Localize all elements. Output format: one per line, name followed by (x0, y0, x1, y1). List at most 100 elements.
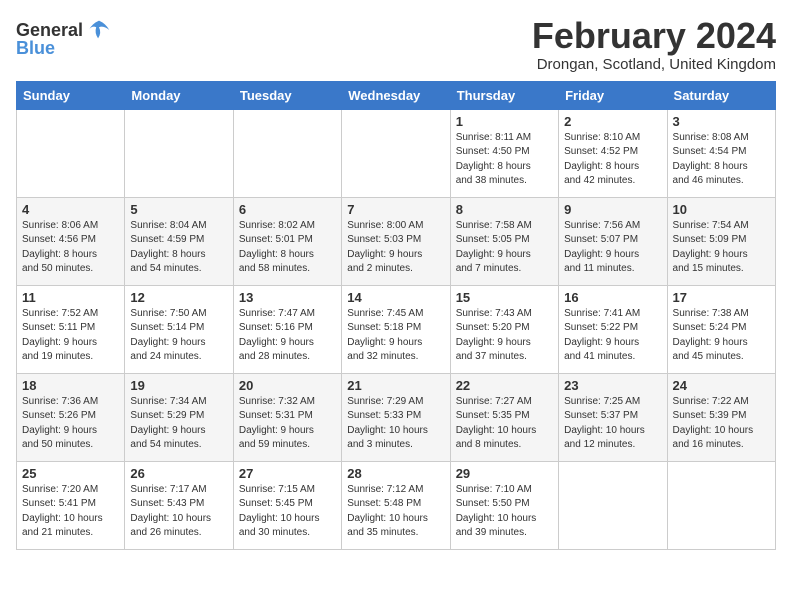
day-number: 8 (456, 202, 553, 217)
day-info: Sunrise: 8:04 AM Sunset: 4:59 PM Dayligh… (130, 219, 227, 277)
day-number: 15 (456, 290, 553, 305)
day-info: Sunrise: 8:11 AM Sunset: 4:50 PM Dayligh… (456, 131, 553, 189)
day-info: Sunrise: 8:10 AM Sunset: 4:52 PM Dayligh… (564, 131, 661, 189)
day-info: Sunrise: 7:10 AM Sunset: 5:50 PM Dayligh… (456, 483, 553, 541)
day-number: 7 (347, 202, 444, 217)
calendar-cell: 2 Sunrise: 8:10 AM Sunset: 4:52 PM Daylig… (559, 109, 667, 197)
weekday-header-saturday: Saturday (667, 81, 775, 109)
day-info: Sunrise: 8:06 AM Sunset: 4:56 PM Dayligh… (22, 219, 119, 277)
logo-text-blue: Blue (16, 38, 55, 59)
day-info: Sunrise: 7:50 AM Sunset: 5:14 PM Dayligh… (130, 307, 227, 365)
calendar-cell: 22Sunrise: 7:27 AM Sunset: 5:35 PM Dayli… (450, 373, 558, 461)
calendar-cell: 28 Sunrise: 7:12 AM Sunset: 5:48 PM Dayli… (342, 461, 450, 549)
day-number: 5 (130, 202, 227, 217)
weekday-header-thursday: Thursday (450, 81, 558, 109)
day-info: Sunrise: 7:41 AM Sunset: 5:22 PM Dayligh… (564, 307, 661, 365)
calendar-cell: 13 Sunrise: 7:47 AM Sunset: 5:16 PM Dayli… (233, 285, 341, 373)
day-info: Sunrise: 7:15 AM Sunset: 5:45 PM Dayligh… (239, 483, 336, 541)
weekday-header-monday: Monday (125, 81, 233, 109)
calendar-cell: 5 Sunrise: 8:04 AM Sunset: 4:59 PM Daylig… (125, 197, 233, 285)
calendar-cell: 9 Sunrise: 7:56 AM Sunset: 5:07 PM Daylig… (559, 197, 667, 285)
calendar-cell (17, 109, 125, 197)
calendar-cell: 16 Sunrise: 7:41 AM Sunset: 5:22 PM Dayli… (559, 285, 667, 373)
day-number: 21 (347, 378, 444, 393)
day-number: 23 (564, 378, 661, 393)
day-info: Sunrise: 7:22 AM Sunset: 5:39 PM Dayligh… (673, 395, 770, 453)
calendar-week-row: 11 Sunrise: 7:52 AM Sunset: 5:11 PM Dayli… (17, 285, 776, 373)
day-info: Sunrise: 7:58 AM Sunset: 5:05 PM Dayligh… (456, 219, 553, 277)
calendar-cell: 14 Sunrise: 7:45 AM Sunset: 5:18 PM Dayli… (342, 285, 450, 373)
weekday-header-wednesday: Wednesday (342, 81, 450, 109)
calendar-cell (342, 109, 450, 197)
day-number: 16 (564, 290, 661, 305)
calendar-week-row: 18Sunrise: 7:36 AM Sunset: 5:26 PM Dayli… (17, 373, 776, 461)
day-info: Sunrise: 7:45 AM Sunset: 5:18 PM Dayligh… (347, 307, 444, 365)
calendar-table: SundayMondayTuesdayWednesdayThursdayFrid… (16, 81, 776, 550)
day-number: 20 (239, 378, 336, 393)
calendar-cell: 26Sunrise: 7:17 AM Sunset: 5:43 PM Dayli… (125, 461, 233, 549)
calendar-week-row: 25Sunrise: 7:20 AM Sunset: 5:41 PM Dayli… (17, 461, 776, 549)
calendar-cell: 11 Sunrise: 7:52 AM Sunset: 5:11 PM Dayli… (17, 285, 125, 373)
calendar-cell: 24 Sunrise: 7:22 AM Sunset: 5:39 PM Dayli… (667, 373, 775, 461)
page-header: General Blue February 2024 Drongan, Scot… (16, 16, 776, 73)
day-number: 27 (239, 466, 336, 481)
calendar-cell: 8 Sunrise: 7:58 AM Sunset: 5:05 PM Daylig… (450, 197, 558, 285)
day-number: 28 (347, 466, 444, 481)
calendar-cell: 4 Sunrise: 8:06 AM Sunset: 4:56 PM Daylig… (17, 197, 125, 285)
day-info: Sunrise: 7:54 AM Sunset: 5:09 PM Dayligh… (673, 219, 770, 277)
day-number: 4 (22, 202, 119, 217)
day-info: Sunrise: 7:34 AM Sunset: 5:29 PM Dayligh… (130, 395, 227, 453)
logo: General Blue (16, 16, 113, 59)
day-number: 18 (22, 378, 119, 393)
calendar-week-row: 1 Sunrise: 8:11 AM Sunset: 4:50 PM Daylig… (17, 109, 776, 197)
day-info: Sunrise: 7:43 AM Sunset: 5:20 PM Dayligh… (456, 307, 553, 365)
weekday-header-sunday: Sunday (17, 81, 125, 109)
calendar-cell: 12Sunrise: 7:50 AM Sunset: 5:14 PM Dayli… (125, 285, 233, 373)
day-info: Sunrise: 8:00 AM Sunset: 5:03 PM Dayligh… (347, 219, 444, 277)
day-number: 19 (130, 378, 227, 393)
calendar-cell: 18Sunrise: 7:36 AM Sunset: 5:26 PM Dayli… (17, 373, 125, 461)
day-number: 1 (456, 114, 553, 129)
day-number: 25 (22, 466, 119, 481)
day-number: 2 (564, 114, 661, 129)
day-number: 17 (673, 290, 770, 305)
day-info: Sunrise: 7:27 AM Sunset: 5:35 PM Dayligh… (456, 395, 553, 453)
location-title: Drongan, Scotland, United Kingdom (532, 56, 776, 73)
weekday-header-friday: Friday (559, 81, 667, 109)
calendar-cell (233, 109, 341, 197)
day-info: Sunrise: 7:38 AM Sunset: 5:24 PM Dayligh… (673, 307, 770, 365)
day-info: Sunrise: 7:32 AM Sunset: 5:31 PM Dayligh… (239, 395, 336, 453)
calendar-cell (559, 461, 667, 549)
day-number: 11 (22, 290, 119, 305)
calendar-cell: 1 Sunrise: 8:11 AM Sunset: 4:50 PM Daylig… (450, 109, 558, 197)
calendar-cell: 23 Sunrise: 7:25 AM Sunset: 5:37 PM Dayli… (559, 373, 667, 461)
day-info: Sunrise: 8:08 AM Sunset: 4:54 PM Dayligh… (673, 131, 770, 189)
calendar-cell: 15 Sunrise: 7:43 AM Sunset: 5:20 PM Dayli… (450, 285, 558, 373)
day-number: 14 (347, 290, 444, 305)
day-number: 9 (564, 202, 661, 217)
day-info: Sunrise: 7:29 AM Sunset: 5:33 PM Dayligh… (347, 395, 444, 453)
calendar-cell: 19 Sunrise: 7:34 AM Sunset: 5:29 PM Dayli… (125, 373, 233, 461)
month-title: February 2024 (532, 16, 776, 56)
day-number: 6 (239, 202, 336, 217)
calendar-cell: 7 Sunrise: 8:00 AM Sunset: 5:03 PM Daylig… (342, 197, 450, 285)
calendar-cell (667, 461, 775, 549)
calendar-cell: 25Sunrise: 7:20 AM Sunset: 5:41 PM Dayli… (17, 461, 125, 549)
day-info: Sunrise: 7:12 AM Sunset: 5:48 PM Dayligh… (347, 483, 444, 541)
day-info: Sunrise: 7:47 AM Sunset: 5:16 PM Dayligh… (239, 307, 336, 365)
calendar-cell: 20 Sunrise: 7:32 AM Sunset: 5:31 PM Dayli… (233, 373, 341, 461)
calendar-cell (125, 109, 233, 197)
day-number: 3 (673, 114, 770, 129)
calendar-cell: 10Sunrise: 7:54 AM Sunset: 5:09 PM Dayli… (667, 197, 775, 285)
logo-bird-icon (85, 16, 113, 44)
day-number: 13 (239, 290, 336, 305)
day-info: Sunrise: 7:25 AM Sunset: 5:37 PM Dayligh… (564, 395, 661, 453)
day-info: Sunrise: 7:52 AM Sunset: 5:11 PM Dayligh… (22, 307, 119, 365)
day-number: 29 (456, 466, 553, 481)
day-info: Sunrise: 7:56 AM Sunset: 5:07 PM Dayligh… (564, 219, 661, 277)
day-number: 24 (673, 378, 770, 393)
calendar-week-row: 4 Sunrise: 8:06 AM Sunset: 4:56 PM Daylig… (17, 197, 776, 285)
calendar-cell: 21 Sunrise: 7:29 AM Sunset: 5:33 PM Dayli… (342, 373, 450, 461)
calendar-cell: 17 Sunrise: 7:38 AM Sunset: 5:24 PM Dayli… (667, 285, 775, 373)
calendar-cell: 3 Sunrise: 8:08 AM Sunset: 4:54 PM Daylig… (667, 109, 775, 197)
